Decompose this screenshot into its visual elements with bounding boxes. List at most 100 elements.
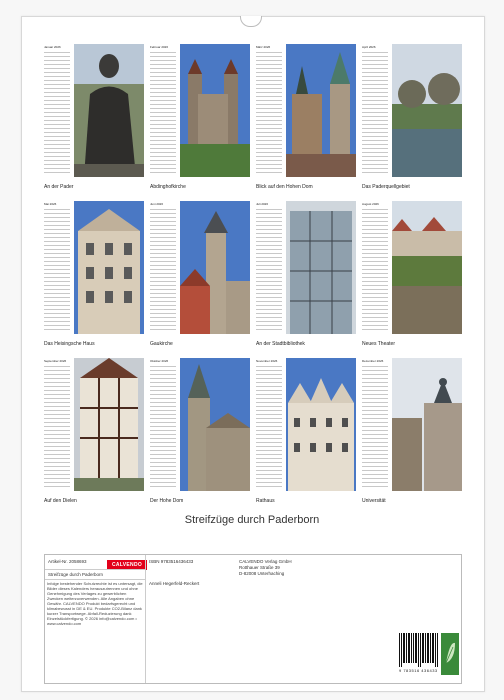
imprint-box: Artikel-Nr. 2058693 CALVENDO ISBN 978351… [44, 554, 462, 684]
date-line [44, 68, 70, 69]
date-line [44, 229, 70, 230]
date-line [362, 253, 388, 254]
date-line [362, 100, 388, 101]
date-line [44, 108, 70, 109]
date-line [362, 478, 388, 479]
date-line [256, 229, 282, 230]
date-line [256, 305, 282, 306]
date-line [362, 394, 388, 395]
date-line [362, 52, 388, 53]
date-line [256, 370, 282, 371]
month-photo [74, 201, 144, 334]
date-line [150, 245, 176, 246]
month-label: Mai 2026 [44, 202, 57, 206]
date-line [150, 386, 176, 387]
date-line [256, 261, 282, 262]
date-line [362, 172, 388, 173]
date-line [44, 52, 70, 53]
date-line [150, 152, 176, 153]
barcode-number: 9 783516 436433 [399, 668, 438, 673]
date-line [150, 100, 176, 101]
date-line [150, 148, 176, 149]
date-line [256, 325, 282, 326]
date-line [44, 454, 70, 455]
date-line [150, 309, 176, 310]
article-number: Artikel-Nr. 2058693 [48, 559, 87, 564]
date-line [362, 128, 388, 129]
date-line [150, 84, 176, 85]
month-tile: Juli 2026 An der Stadtbibliothek [256, 201, 356, 351]
date-line [44, 253, 70, 254]
date-line [362, 168, 388, 169]
date-line [362, 390, 388, 391]
photo-caption: Abdinghofkirche [150, 184, 186, 190]
date-line [256, 486, 282, 487]
date-line [256, 160, 282, 161]
month-label: September 2026 [44, 359, 67, 363]
date-line [362, 446, 388, 447]
date-line [256, 148, 282, 149]
date-line [256, 394, 282, 395]
date-line [44, 225, 70, 226]
date-line [44, 96, 70, 97]
date-line [150, 410, 176, 411]
photo-caption: Der Hohe Dom [150, 498, 184, 504]
date-line [362, 414, 388, 415]
date-line [44, 100, 70, 101]
date-line [256, 470, 282, 471]
date-line [256, 378, 282, 379]
date-line [256, 124, 282, 125]
date-line [256, 136, 282, 137]
date-line [44, 217, 70, 218]
date-line [362, 370, 388, 371]
month-photo [286, 201, 356, 334]
date-line [44, 406, 70, 407]
date-line [362, 241, 388, 242]
legal-note: Infolge bestehender Schutzrechte ist es … [47, 581, 143, 626]
date-line [256, 72, 282, 73]
date-line [362, 305, 388, 306]
date-line [256, 281, 282, 282]
date-line [44, 241, 70, 242]
date-column: August 2026 [362, 201, 390, 334]
date-line [44, 309, 70, 310]
date-line [362, 112, 388, 113]
date-line [150, 261, 176, 262]
date-line [150, 72, 176, 73]
date-line [44, 92, 70, 93]
month-tile: September 2026 Auf den Dielen [44, 358, 144, 508]
date-line [44, 221, 70, 222]
date-line [256, 108, 282, 109]
date-line [44, 172, 70, 173]
date-line [256, 265, 282, 266]
date-line [362, 164, 388, 165]
date-line [362, 442, 388, 443]
photo-caption: Gaukirche [150, 341, 173, 347]
date-line [44, 64, 70, 65]
eco-label [441, 633, 459, 675]
date-line [362, 426, 388, 427]
date-line [362, 104, 388, 105]
photo-caption: Rathaus [256, 498, 275, 504]
month-photo [392, 44, 462, 177]
date-line [256, 434, 282, 435]
date-line [256, 168, 282, 169]
date-line [150, 390, 176, 391]
date-line [44, 289, 70, 290]
date-line [256, 390, 282, 391]
date-line [44, 273, 70, 274]
date-line [44, 398, 70, 399]
date-line [256, 84, 282, 85]
date-line [362, 60, 388, 61]
leaf-icon [445, 642, 455, 664]
date-line [150, 277, 176, 278]
date-line [256, 80, 282, 81]
date-column: Juli 2026 [256, 201, 284, 334]
date-line [362, 245, 388, 246]
date-line [44, 261, 70, 262]
date-line [256, 285, 282, 286]
month-tile: Januar 2026 An der Pader [44, 44, 144, 194]
date-line [150, 112, 176, 113]
date-line [362, 136, 388, 137]
date-line [362, 289, 388, 290]
